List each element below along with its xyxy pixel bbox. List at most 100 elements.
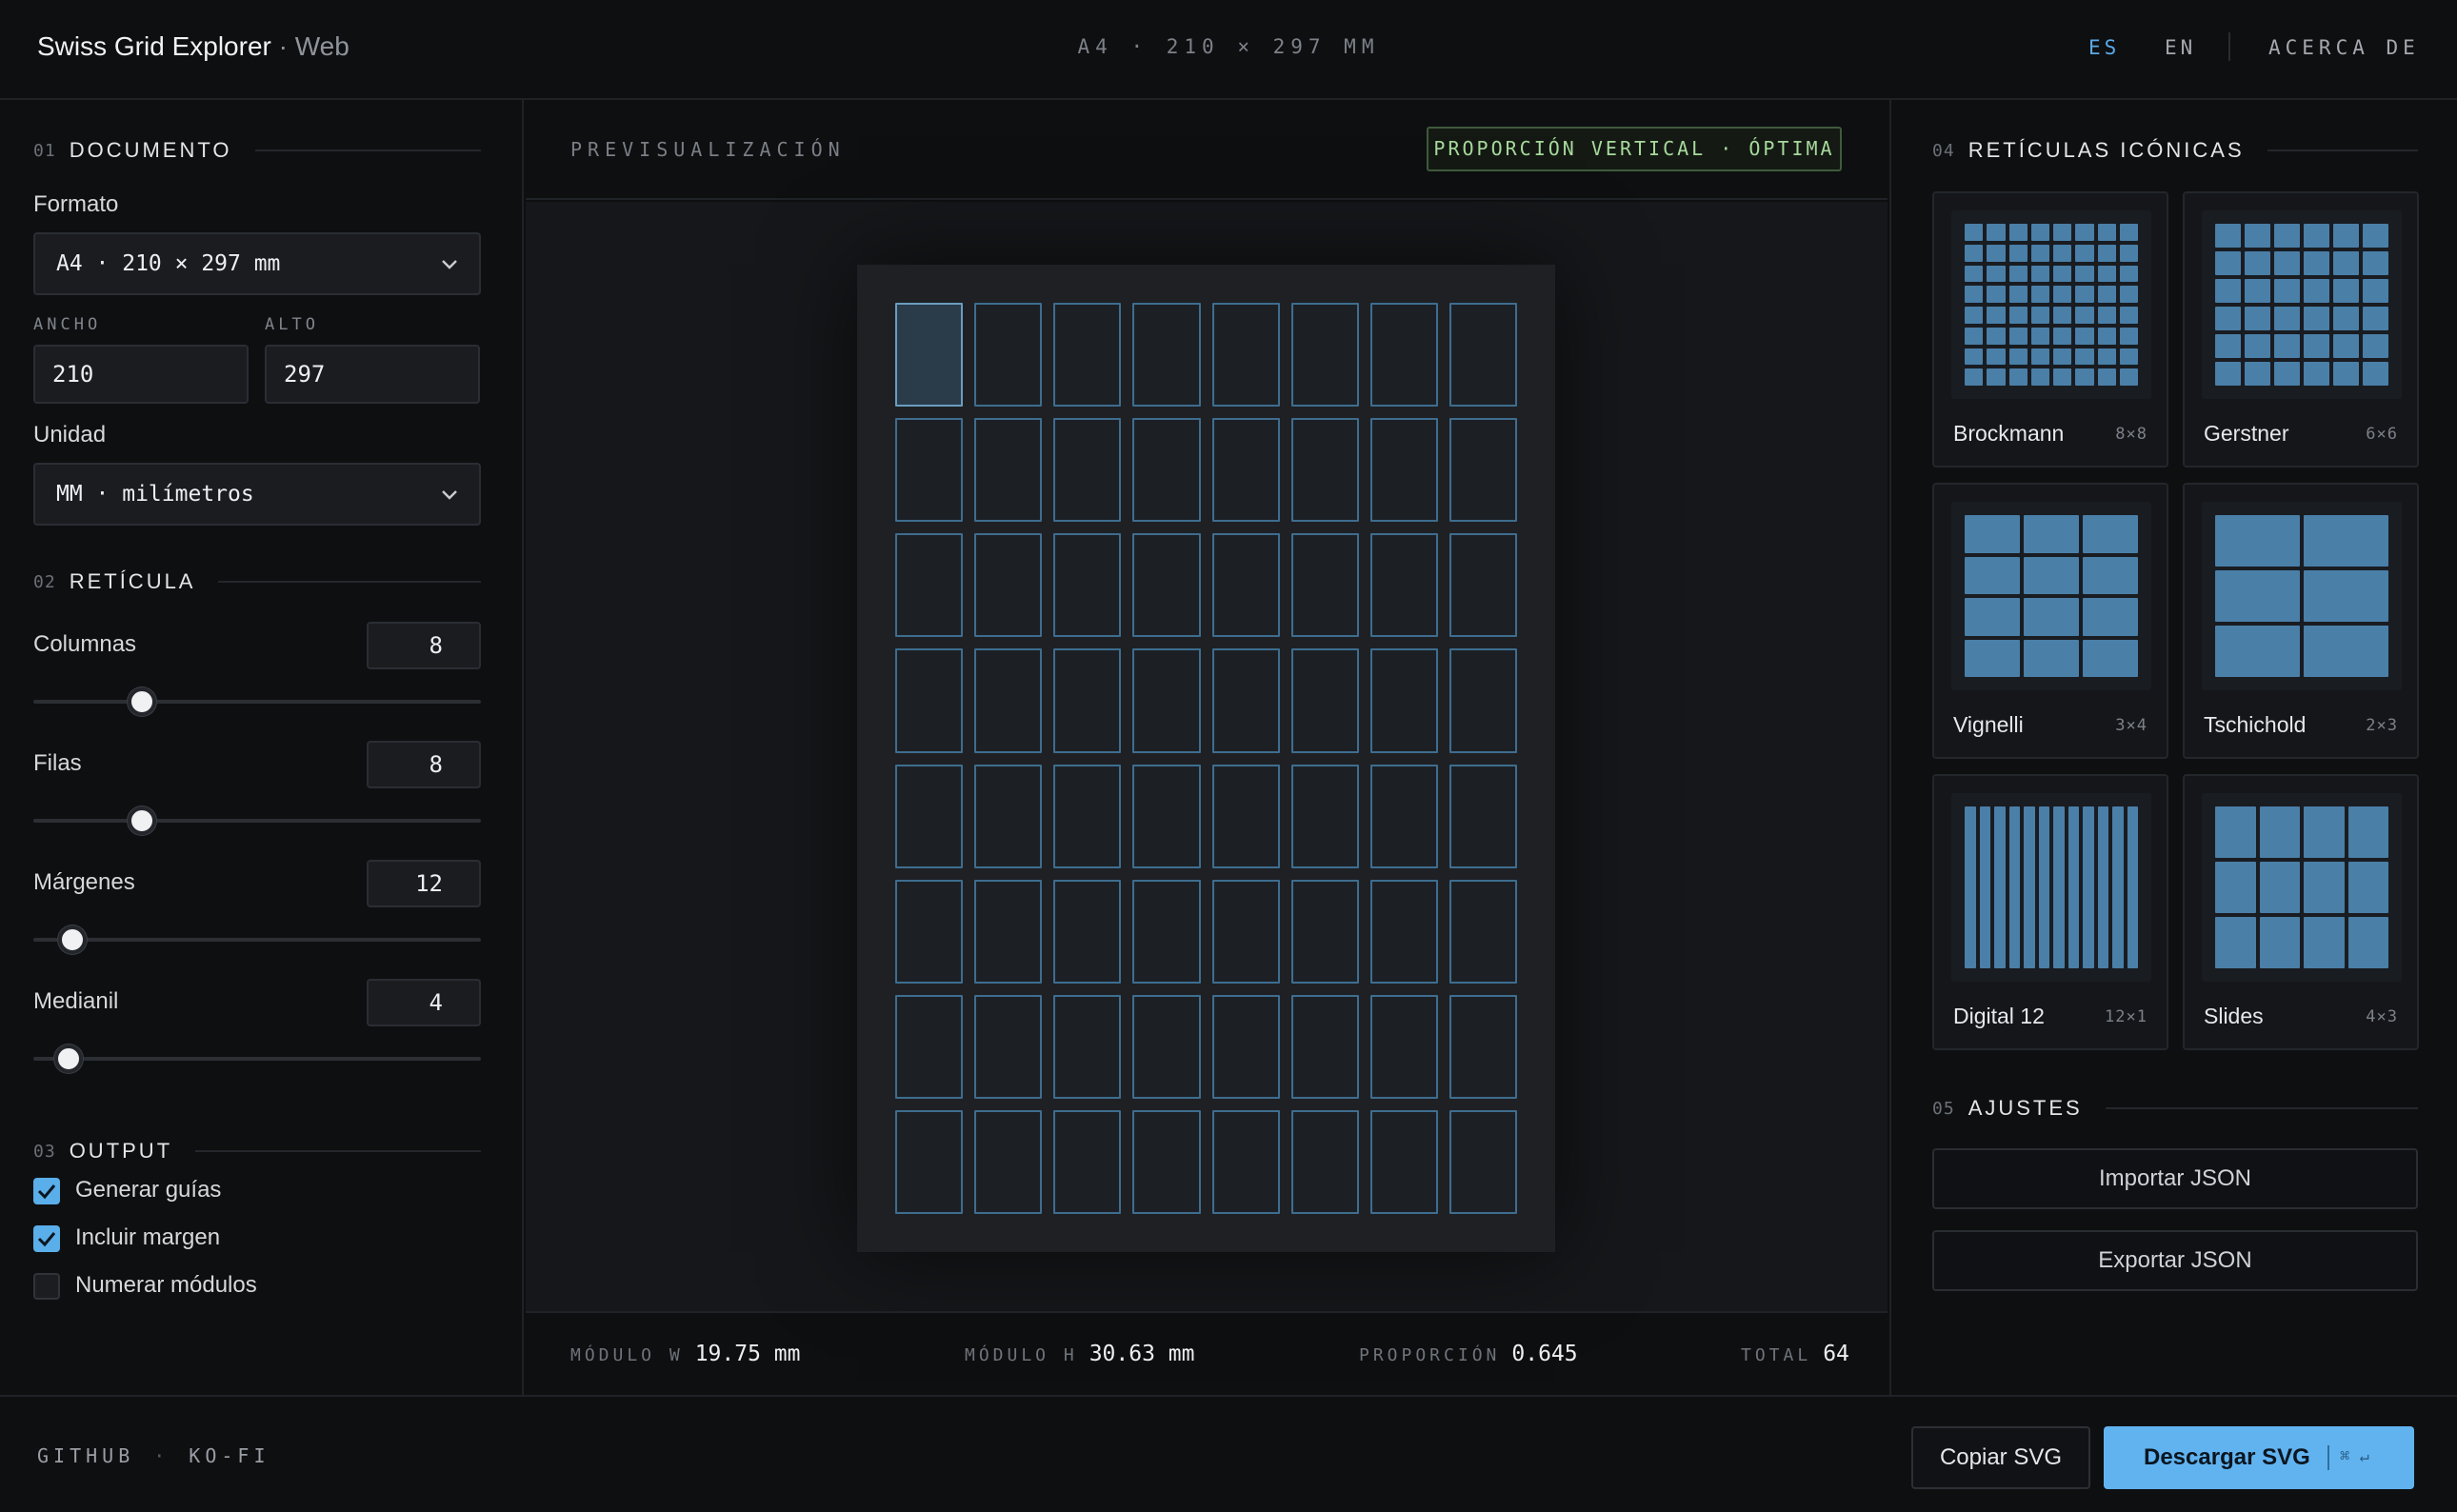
grid-module[interactable] — [1369, 994, 1438, 1099]
about-link[interactable]: ACERCA DE — [2268, 36, 2420, 59]
grid-module[interactable] — [1132, 303, 1201, 408]
grid-module[interactable] — [895, 1109, 964, 1214]
grid-module[interactable] — [974, 764, 1043, 868]
grid-module[interactable] — [1290, 764, 1359, 868]
grid-module[interactable] — [1053, 303, 1122, 408]
grid-module[interactable] — [1132, 879, 1201, 984]
formato-select[interactable]: A4 · 210 × 297 mm — [33, 232, 481, 295]
alto-input[interactable]: 297 — [265, 345, 480, 404]
grid-module[interactable] — [895, 764, 964, 868]
import-json-button[interactable]: Importar JSON — [1932, 1148, 2418, 1209]
columnas-slider-thumb[interactable] — [128, 687, 156, 716]
kofi-link[interactable]: KO-FI — [189, 1444, 270, 1467]
grid-module[interactable] — [1132, 1109, 1201, 1214]
grid-module[interactable] — [1211, 764, 1280, 868]
grid-module[interactable] — [1053, 764, 1122, 868]
numerar-modulos-checkbox[interactable] — [33, 1273, 60, 1300]
grid-module[interactable] — [1132, 764, 1201, 868]
download-svg-button[interactable]: Descargar SVG ⌘ ↵ — [2104, 1426, 2414, 1489]
grid-module[interactable] — [974, 994, 1043, 1099]
grid-module[interactable] — [1290, 418, 1359, 523]
ancho-input[interactable]: 210 — [33, 345, 249, 404]
grid-module[interactable] — [1448, 1109, 1517, 1214]
filas-slider-thumb[interactable] — [128, 806, 156, 835]
grid-module[interactable] — [1369, 1109, 1438, 1214]
copy-svg-button[interactable]: Copiar SVG — [1911, 1426, 2090, 1489]
preset-card-gerstner[interactable]: Gerstner 6×6 — [2183, 191, 2419, 468]
lang-en-link[interactable]: EN — [2165, 36, 2196, 59]
grid-module[interactable] — [1290, 648, 1359, 753]
grid-module[interactable] — [1369, 533, 1438, 638]
grid-module[interactable] — [1290, 303, 1359, 408]
grid-module[interactable] — [1211, 648, 1280, 753]
grid-module[interactable] — [974, 648, 1043, 753]
grid-module[interactable] — [1211, 418, 1280, 523]
grid-module[interactable] — [1053, 533, 1122, 638]
thumbnail-cell — [1965, 806, 1976, 968]
medianil-slider[interactable] — [33, 1057, 481, 1061]
grid-module[interactable] — [1290, 879, 1359, 984]
grid-module[interactable] — [895, 648, 964, 753]
grid-module[interactable] — [1053, 418, 1122, 523]
grid-module[interactable] — [1448, 533, 1517, 638]
incluir-margen-checkbox[interactable] — [33, 1225, 60, 1252]
export-json-button[interactable]: Exportar JSON — [1932, 1230, 2418, 1291]
grid-module[interactable] — [1369, 648, 1438, 753]
grid-module[interactable] — [1053, 1109, 1122, 1214]
grid-module[interactable] — [1369, 418, 1438, 523]
grid-module[interactable] — [974, 879, 1043, 984]
grid-module[interactable] — [1132, 994, 1201, 1099]
preset-card-brockmann[interactable]: Brockmann 8×8 — [1932, 191, 2168, 468]
grid-module[interactable] — [974, 303, 1043, 408]
grid-module[interactable] — [974, 533, 1043, 638]
grid-module[interactable] — [1448, 764, 1517, 868]
unidad-select[interactable]: MM · milímetros — [33, 463, 481, 526]
grid-module[interactable] — [1211, 533, 1280, 638]
grid-module[interactable] — [895, 879, 964, 984]
grid-module[interactable] — [1290, 994, 1359, 1099]
grid-module[interactable] — [895, 418, 964, 523]
medianil-slider-thumb[interactable] — [54, 1044, 83, 1073]
grid-module[interactable] — [1053, 879, 1122, 984]
grid-module[interactable] — [1211, 1109, 1280, 1214]
grid-module[interactable] — [1369, 879, 1438, 984]
preset-card-digital-12[interactable]: Digital 12 12×1 — [1932, 774, 2168, 1050]
columnas-input[interactable]: 8 — [367, 622, 481, 669]
grid-module[interactable] — [1132, 533, 1201, 638]
preset-card-vignelli[interactable]: Vignelli 3×4 — [1932, 483, 2168, 759]
grid-module[interactable] — [1211, 879, 1280, 984]
grid-module[interactable] — [1448, 648, 1517, 753]
grid-module[interactable] — [974, 1109, 1043, 1214]
margenes-slider[interactable] — [33, 938, 481, 942]
grid-module[interactable] — [895, 994, 964, 1099]
margenes-input[interactable]: 12 — [367, 860, 481, 907]
grid-module[interactable] — [1448, 303, 1517, 408]
grid-module[interactable] — [974, 418, 1043, 523]
grid-module[interactable] — [1369, 303, 1438, 408]
grid-module[interactable] — [895, 533, 964, 638]
preset-card-slides[interactable]: Slides 4×3 — [2183, 774, 2419, 1050]
grid-module[interactable] — [1448, 879, 1517, 984]
grid-module[interactable] — [1211, 303, 1280, 408]
thumbnail-cell — [1965, 244, 1984, 262]
filas-input[interactable]: 8 — [367, 741, 481, 788]
columnas-slider[interactable] — [33, 700, 481, 704]
grid-module[interactable] — [1053, 994, 1122, 1099]
grid-module[interactable] — [1369, 764, 1438, 868]
margenes-slider-thumb[interactable] — [58, 925, 87, 954]
grid-module[interactable] — [895, 303, 964, 408]
grid-module[interactable] — [1448, 994, 1517, 1099]
grid-module[interactable] — [1053, 648, 1122, 753]
grid-module[interactable] — [1448, 418, 1517, 523]
lang-es-link[interactable]: ES — [2088, 36, 2120, 59]
grid-module[interactable] — [1132, 648, 1201, 753]
grid-module[interactable] — [1290, 533, 1359, 638]
preset-card-tschichold[interactable]: Tschichold 2×3 — [2183, 483, 2419, 759]
medianil-input[interactable]: 4 — [367, 979, 481, 1026]
filas-slider[interactable] — [33, 819, 481, 823]
github-link[interactable]: GITHUB — [37, 1444, 134, 1467]
grid-module[interactable] — [1132, 418, 1201, 523]
grid-module[interactable] — [1290, 1109, 1359, 1214]
generar-guias-checkbox[interactable] — [33, 1178, 60, 1204]
grid-module[interactable] — [1211, 994, 1280, 1099]
